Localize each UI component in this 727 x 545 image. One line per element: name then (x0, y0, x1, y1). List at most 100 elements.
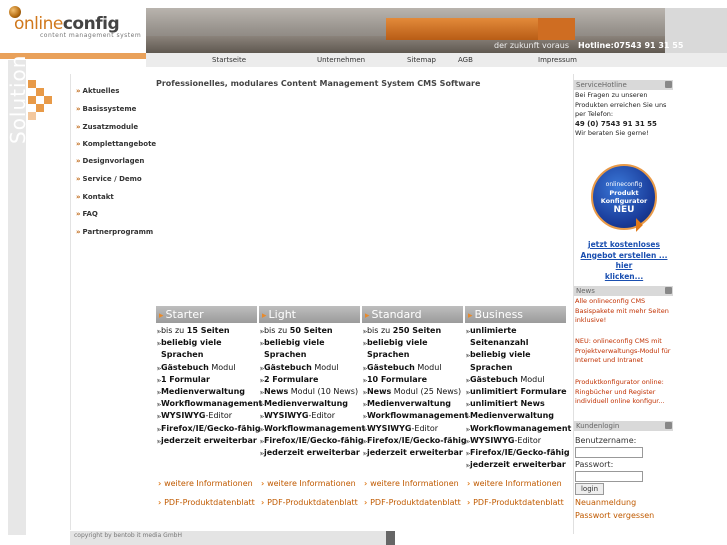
badge-title: Produkt Konfigurator (600, 189, 648, 205)
feature-item: ⪢jederzeit erweiterbar (363, 447, 463, 459)
feature-item: Seitenanzahl (466, 337, 566, 349)
feature-text: Gästebuch (469, 374, 518, 384)
feature-text: bis zu (366, 326, 393, 335)
nav-item-aktuelles[interactable]: » Aktuelles (76, 87, 119, 95)
username-label: Benutzername: (575, 436, 637, 445)
feature-text: WYSIWYG (160, 411, 206, 421)
feature-text: WYSIWYG (263, 411, 309, 421)
logo[interactable]: onlineconfig (14, 14, 120, 34)
pdf-datasheet-link[interactable]: › PDF-Produktdatenblatt (261, 498, 358, 507)
feature-item: Sprachen (157, 349, 257, 361)
offer-link-line: jetzt kostenloses (588, 240, 660, 249)
password-input[interactable] (575, 471, 643, 482)
decor-square (28, 80, 36, 88)
feature-item: ⪢Firefox/IE/Gecko-fähig (260, 435, 364, 447)
news-item[interactable]: NEU: onlineconfig CMS mit Projektverwalt… (575, 337, 670, 366)
feature-item: ⪢WYSIWYG-Editor (466, 435, 566, 447)
feature-text: bis zu (263, 326, 290, 335)
pdf-datasheet-link[interactable]: › PDF-Produktdatenblatt (158, 498, 255, 507)
nav-item-basissysteme[interactable]: » Basissysteme (76, 105, 136, 113)
topnav-agb[interactable]: AGB (458, 56, 473, 64)
feature-text: jederzeit erweiterbar (263, 448, 360, 458)
bullet-icon: » (76, 87, 81, 95)
topnav-unternehmen[interactable]: Unternehmen (317, 56, 365, 64)
feature-item: ⪢Gästebuch Modul (466, 374, 566, 386)
more-info-link[interactable]: › weitere Informationen (364, 479, 459, 488)
feature-text: -Editor (308, 411, 336, 421)
pdf-datasheet-label: PDF-Produktdatenblatt (370, 498, 461, 507)
feature-item: ⪢Medienverwaltung (260, 398, 360, 410)
feature-text: jederzeit erweiterbar (469, 460, 566, 470)
product-header: ▸ Starter (156, 306, 257, 323)
feature-list: ⪢unlimierte Seitenanzahl ⪢beliebig viele Sp… (465, 325, 571, 471)
more-info-link[interactable]: › weitere Informationen (158, 479, 253, 488)
top-navigation: Startseite Unternehmen Sitemap AGB Impre… (146, 53, 727, 67)
arrow-icon: ▸ (262, 311, 267, 321)
badge-brand: onlineconfig (605, 181, 643, 188)
username-input[interactable] (575, 447, 643, 458)
close-icon[interactable] (665, 287, 672, 294)
topnav-startseite[interactable]: Startseite (212, 56, 246, 64)
nav-label: Designvorlagen (82, 157, 145, 165)
feature-text: 15 Seiten (186, 326, 230, 335)
feature-text: beliebig viele (366, 338, 428, 348)
nav-item-designvorlagen[interactable]: » Designvorlagen (76, 157, 144, 165)
news-line: Projektverwaltungs-Modul für (575, 346, 671, 355)
feature-text: Medienverwaltung (366, 399, 451, 409)
feature-item: ⪢Gästebuch Modul (363, 362, 463, 374)
feature-text: 10 Formulare (366, 374, 427, 384)
nav-item-komplettangebote[interactable]: » Komplettangebote (76, 140, 156, 148)
nav-item-partnerprogramm[interactable]: » Partnerprogramm (76, 228, 153, 236)
offer-link-line: Angebot erstellen ... hier (580, 250, 668, 271)
pdf-datasheet-link[interactable]: › PDF-Produktdatenblatt (364, 498, 461, 507)
feature-item: ⪢unlimitiert News (466, 398, 566, 410)
more-info-link[interactable]: › weitere Informationen (467, 479, 562, 488)
news-item[interactable]: Produktkonfigurator online: Ringbücher u… (575, 378, 665, 407)
feature-list: ⪢bis zu 250 Seiten ⪢beliebig viele Sprache… (362, 325, 468, 459)
login-button[interactable]: login (575, 483, 604, 495)
feature-item: ⪢Workflowmanagement (157, 398, 262, 410)
nav-item-zusatzmodule[interactable]: » Zusatzmodule (76, 123, 138, 131)
feature-text: bis zu (160, 326, 187, 335)
feature-text: Sprachen (161, 350, 204, 360)
product-name: Starter (165, 308, 204, 321)
forgot-password-link[interactable]: Passwort vergessen (575, 511, 654, 520)
close-icon[interactable] (665, 81, 672, 88)
product-column-light: ▸ Light ⪢bis zu 50 Seiten ⪢beliebig viele Sp… (259, 306, 365, 459)
pdf-datasheet-label: PDF-Produktdatenblatt (267, 498, 358, 507)
pdf-datasheet-link[interactable]: › PDF-Produktdatenblatt (467, 498, 564, 507)
feature-text: jederzeit erweiterbar (366, 448, 463, 458)
feature-item: ⪢Medienverwaltung (363, 398, 463, 410)
feature-text: Medienverwaltung (469, 411, 554, 421)
feature-item: ⪢bis zu 250 Seiten (363, 325, 463, 337)
feature-text: Gästebuch (160, 362, 209, 372)
feature-text: Modul (517, 374, 545, 384)
more-info-link[interactable]: › weitere Informationen (261, 479, 356, 488)
nav-item-kontakt[interactable]: » Kontakt (76, 193, 114, 201)
topnav-impressum[interactable]: Impressum (538, 56, 577, 64)
password-label: Passwort: (575, 460, 614, 469)
nav-item-faq[interactable]: » FAQ (76, 210, 98, 218)
banner-orange-beam-end (538, 18, 575, 40)
decor-square (28, 112, 36, 120)
news-line: NEU: onlineconfig CMS mit (575, 337, 662, 345)
nav-label: Komplettangebote (82, 140, 157, 148)
feature-item: ⪢beliebig viele (363, 337, 463, 349)
nav-item-service-demo[interactable]: » Service / Demo (76, 175, 142, 183)
topnav-sitemap[interactable]: Sitemap (407, 56, 436, 64)
offer-link[interactable]: jetzt kostenloses Angebot erstellen ... … (574, 240, 674, 282)
configurator-badge[interactable]: onlineconfig Produkt Konfigurator NEU (591, 164, 657, 230)
feature-text: Sprachen (470, 362, 513, 372)
left-divider (70, 74, 71, 530)
feature-item: ⪢News Modul (10 News) (260, 386, 360, 398)
news-line: Produktkonfigurator online: (575, 378, 664, 386)
nav-label: Zusatzmodule (82, 123, 139, 131)
news-item[interactable]: Alle onlineconfig CMS Basispakete mit me… (575, 297, 669, 326)
feature-text: Modul (25 News) (391, 387, 462, 397)
footer-scroll-block (386, 531, 395, 545)
logo-word-a: online (14, 14, 63, 34)
news-line: Basispakete mit mehr Seiten (575, 306, 669, 315)
close-icon[interactable] (665, 422, 672, 429)
hotline-number: 49 (0) 7543 91 31 55 (575, 119, 657, 128)
register-link[interactable]: Neuanmeldung (575, 498, 636, 507)
